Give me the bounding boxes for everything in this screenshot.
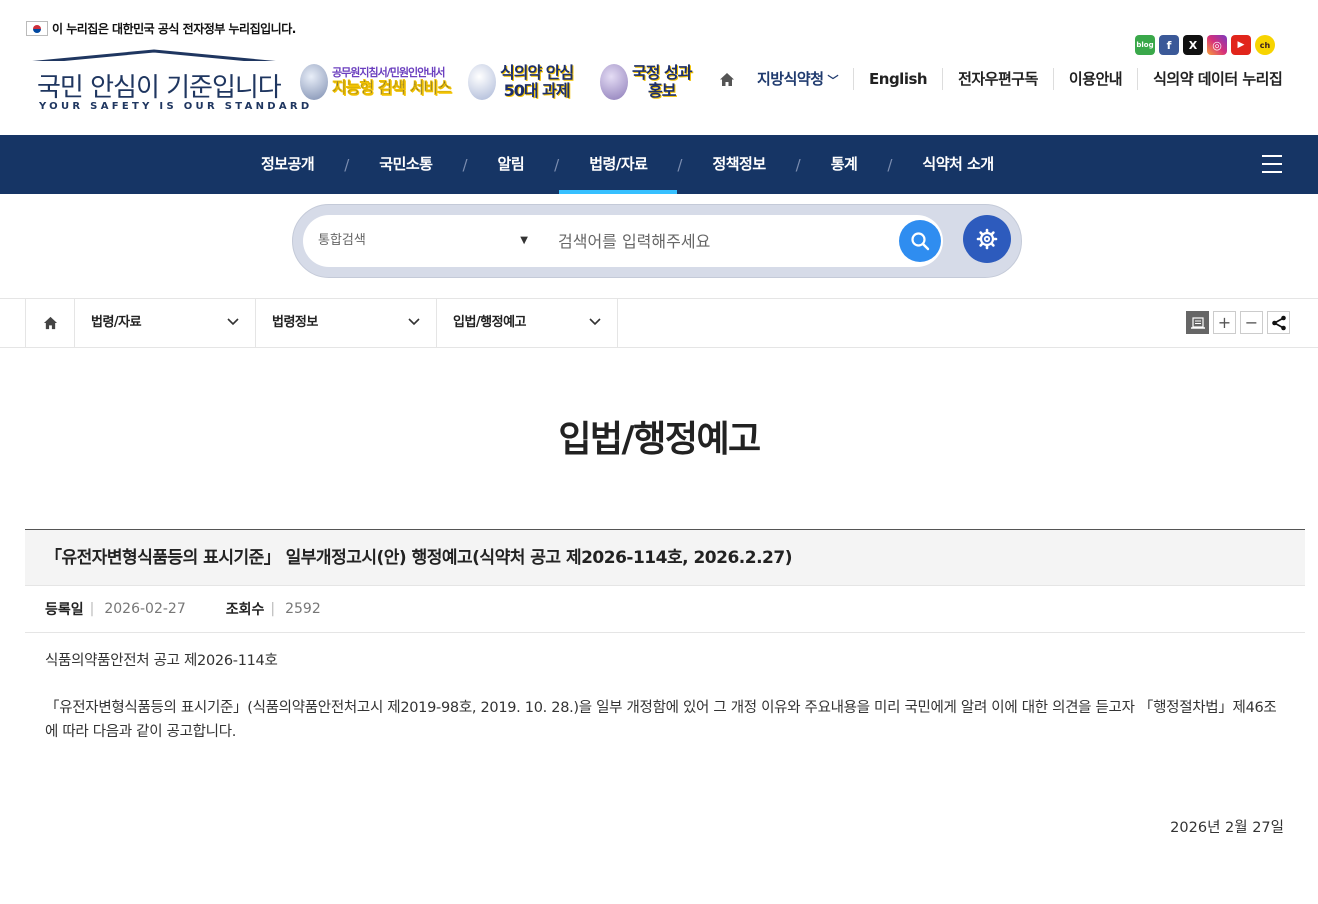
util-regional-office-label: 지방식약청 [757, 70, 824, 88]
home-icon[interactable] [712, 72, 742, 87]
korea-flag-icon [26, 21, 48, 36]
meta-divider: | [270, 601, 276, 617]
util-english[interactable]: English [853, 68, 942, 90]
robot-icon [300, 64, 328, 100]
promo-smart-search[interactable]: 공무원지침서/민원인안내서 지능형 검색 서비스 [300, 60, 452, 104]
views-value: 2592 [285, 601, 321, 617]
promo-3-line1: 국정 성과 [632, 63, 692, 83]
youtube-icon[interactable]: ▶ [1231, 35, 1251, 55]
print-icon [1190, 316, 1205, 329]
promo-safety-tasks[interactable]: 식의약 안심 50대 과제 [468, 60, 574, 104]
promo-1-line2: 지능형 검색 서비스 [332, 78, 452, 98]
breadcrumb-home[interactable] [25, 299, 75, 347]
util-email-subscribe[interactable]: 전자우편구독 [942, 68, 1053, 90]
caret-down-icon: ▼ [520, 235, 528, 246]
search-settings-button[interactable] [963, 215, 1011, 263]
shield-emblem-icon [468, 64, 496, 100]
chevron-down-icon: ﹀ [827, 74, 839, 87]
gnb-item-communication[interactable]: 국민소통 [349, 135, 462, 194]
promo-2-line2: 50대 과제 [503, 81, 571, 100]
gear-icon [976, 228, 998, 250]
breadcrumb-dropdown-1[interactable]: 법령/자료 [75, 299, 256, 347]
zoom-out-button[interactable]: − [1240, 311, 1263, 334]
breadcrumb-dropdown-2[interactable]: 법령정보 [256, 299, 437, 347]
zoom-in-button[interactable]: + [1213, 311, 1236, 334]
article: 「유전자변형식품등의 표시기준」 일부개정고시(안) 행정예고(식약처 공고 제… [25, 529, 1305, 836]
gnb-item-about[interactable]: 식약처 소개 [892, 135, 1023, 194]
gov-banner: 이 누리집은 대한민국 공식 전자정부 누리집입니다. [26, 20, 296, 37]
chevron-down-icon [589, 299, 601, 347]
hamburger-menu-icon[interactable] [1262, 155, 1282, 173]
share-icon [1271, 315, 1286, 330]
views-label: 조회수 [225, 602, 265, 618]
share-button[interactable] [1267, 311, 1290, 334]
main-nav: 정보공개 / 국민소통 / 알림 / 법령/자료 / 정책정보 / 통계 / 식… [0, 135, 1318, 194]
chevron-down-icon [408, 299, 420, 347]
search-scope-label: 통합검색 [318, 233, 366, 248]
breadcrumb-dropdown-3[interactable]: 입법/행정예고 [437, 299, 618, 347]
search-button[interactable] [899, 220, 941, 262]
gnb-item-notice[interactable]: 알림 [468, 135, 555, 194]
logo-subtitle: YOUR SAFETY IS OUR STANDARD [39, 101, 313, 112]
logo-frame-icon [32, 49, 276, 61]
site-logo[interactable]: 국민 안심이 기준입니다 YOUR SAFETY IS OUR STANDARD [25, 49, 309, 115]
plus-icon: + [1217, 313, 1232, 332]
article-body: 식품의약품안전처 공고 제2026-114호 「유전자변형식품등의 표시기준」(… [25, 633, 1305, 744]
utility-nav: 지방식약청 ﹀ English 전자우편구독 이용안내 식의약 데이터 누리집 [712, 68, 1297, 90]
gnb-item-statistics[interactable]: 통계 [801, 135, 888, 194]
gov-banner-text: 이 누리집은 대한민국 공식 전자정부 누리집입니다. [52, 22, 296, 36]
breadcrumb-label-2: 법령정보 [272, 315, 318, 330]
article-title: 「유전자변형식품등의 표시기준」 일부개정고시(안) 행정예고(식약처 공고 제… [25, 529, 1305, 586]
print-button[interactable] [1186, 311, 1209, 334]
page-tools: + − [1186, 311, 1290, 334]
search-scope-select[interactable]: 통합검색 ▼ [318, 215, 528, 267]
x-icon[interactable]: X [1183, 35, 1203, 55]
instagram-icon[interactable]: ◎ [1207, 35, 1227, 55]
gnb-item-policy[interactable]: 정책정보 [682, 135, 795, 194]
article-meta: 등록일 | 2026-02-27 조회수 | 2592 [25, 586, 1305, 633]
search-bar: 통합검색 ▼ [292, 204, 1022, 278]
article-paragraph: 「유전자변형식품등의 표시기준」(식품의약품안전처고시 제2019-98호, 2… [45, 700, 1277, 740]
kakao-icon[interactable]: ch [1255, 35, 1275, 55]
util-guide[interactable]: 이용안내 [1052, 68, 1137, 90]
util-regional-office[interactable]: 지방식약청 ﹀ [742, 68, 853, 90]
promo-2-line1: 식의약 안심 [500, 63, 574, 83]
date-value: 2026-02-27 [104, 601, 186, 617]
breadcrumb-label-1: 법령/자료 [91, 315, 142, 330]
breadcrumb-label-3: 입법/행정예고 [453, 315, 527, 330]
article-footer-date: 2026년 2월 27일 [1170, 820, 1284, 836]
article-paragraph: 식품의약품안전처 공고 제2026-114호 [45, 653, 278, 669]
social-links: blog f X ◎ ▶ ch [1135, 35, 1275, 55]
home-icon [43, 316, 57, 330]
search-input[interactable] [558, 227, 888, 255]
date-label: 등록일 [45, 602, 84, 618]
promo-policy-results[interactable]: 국정 성과 홍보 [600, 60, 692, 104]
blog-icon[interactable]: blog [1135, 35, 1155, 55]
facebook-icon[interactable]: f [1159, 35, 1179, 55]
chevron-down-icon [227, 299, 239, 347]
breadcrumb: 법령/자료 법령정보 입법/행정예고 + − [0, 298, 1318, 348]
minus-icon: − [1244, 313, 1259, 332]
gnb-item-info-disclosure[interactable]: 정보공개 [231, 135, 344, 194]
page-title: 입법/행정예고 [558, 419, 761, 460]
search-icon [911, 232, 930, 251]
gnb-item-laws[interactable]: 법령/자료 [559, 135, 678, 194]
meta-divider: | [89, 601, 95, 617]
util-data-portal[interactable]: 식의약 데이터 누리집 [1137, 68, 1297, 90]
promo-3-line2: 홍보 [648, 81, 676, 100]
trophy-icon [600, 64, 628, 100]
logo-title: 국민 안심이 기준입니다 [37, 73, 282, 103]
